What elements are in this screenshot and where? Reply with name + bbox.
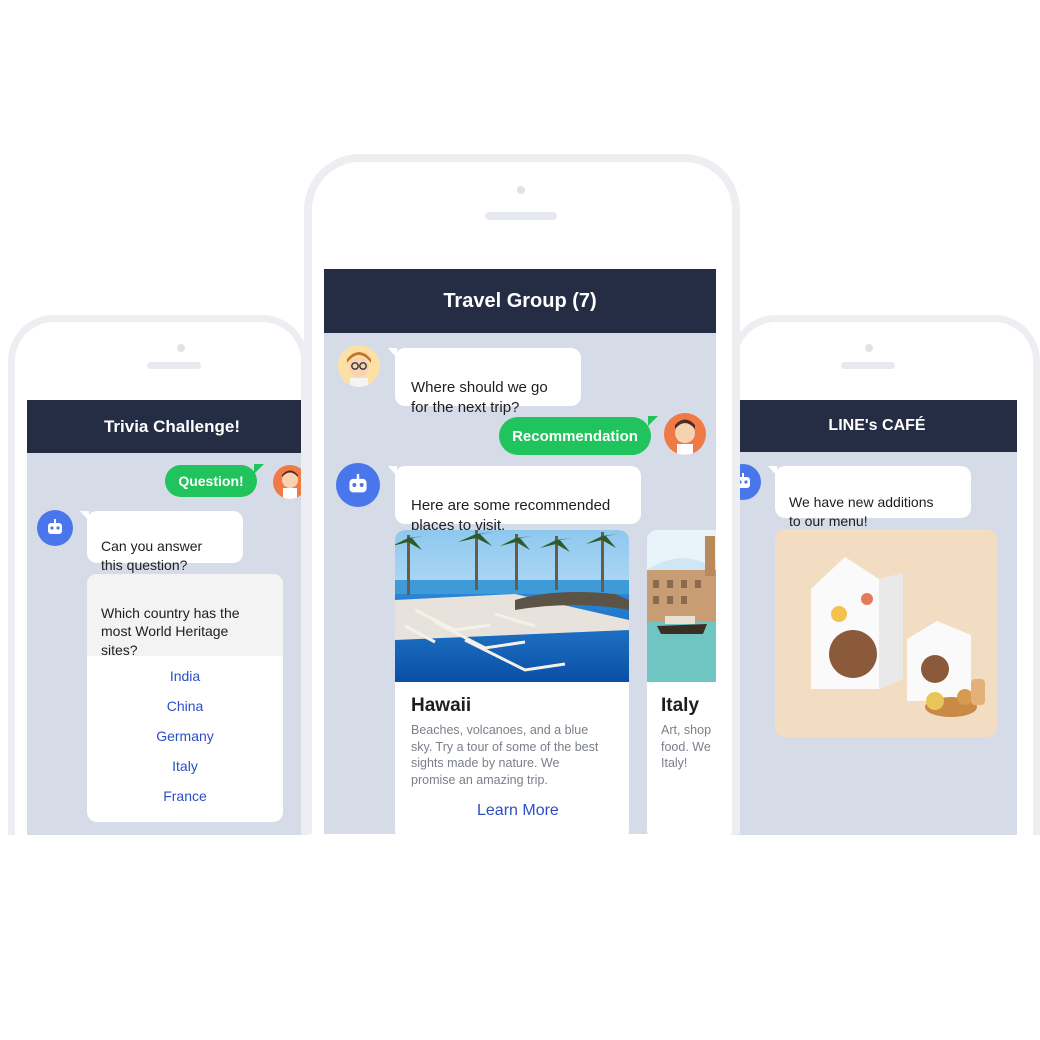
- right-chat-screen: LINE's CAFÉ We have new additions to our…: [737, 400, 1017, 835]
- italy-venice-photo: [647, 530, 716, 682]
- person-icon: [282, 470, 298, 499]
- italy-card-description: Art, shop food. We Italy!: [661, 723, 712, 771]
- chat-header: LINE's CAFÉ: [737, 400, 1017, 452]
- quiz-option-germany[interactable]: Germany: [87, 728, 283, 758]
- robot-icon: [737, 473, 750, 488]
- quiz-card: Which country has the most World Heritag…: [87, 574, 283, 822]
- user-avatar[interactable]: [664, 413, 706, 455]
- phone-speaker: [485, 212, 557, 220]
- phone-camera: [865, 344, 873, 352]
- bot-message-bubble: We have new additions to our menu!: [768, 466, 971, 529]
- bot-message-text: We have new additions to our menu!: [789, 494, 934, 529]
- quiz-option-india[interactable]: India: [87, 668, 283, 698]
- chat-title: Travel Group (7): [443, 289, 597, 312]
- cafe-product-image[interactable]: [775, 529, 997, 737]
- phone-camera: [177, 344, 185, 352]
- quiz-question-area: Which country has the most World Heritag…: [87, 574, 283, 658]
- friend-message-text: Where should we go for the next trip?: [411, 378, 548, 416]
- learn-more-link[interactable]: Learn More: [477, 802, 559, 820]
- user-message-text: Recommendation: [512, 427, 638, 445]
- center-phone: Travel Group (7) Where should we go for …: [304, 154, 740, 834]
- hawaii-card-description: Beaches, volcanoes, and a blue sky. Try …: [411, 723, 599, 787]
- right-phone: LINE's CAFÉ We have new additions to our…: [730, 315, 1040, 835]
- center-chat-screen: Travel Group (7) Where should we go for …: [324, 269, 716, 834]
- quiz-question: Which country has the most World Heritag…: [101, 605, 240, 658]
- hawaii-card-title: Hawaii: [411, 695, 472, 716]
- bot-avatar[interactable]: [737, 464, 761, 500]
- bot-message-bubble: Here are some recommended places to visi…: [388, 466, 641, 534]
- user-avatar[interactable]: [273, 465, 301, 499]
- italy-card-title: Italy: [661, 695, 700, 716]
- bot-avatar[interactable]: [37, 510, 73, 546]
- product-box-illustration: [775, 529, 997, 737]
- glasses-person-icon: [338, 345, 380, 387]
- robot-icon: [48, 519, 62, 534]
- user-message-bubble: Question!: [165, 464, 264, 497]
- quiz-option-france[interactable]: France: [87, 788, 283, 818]
- bot-message-text: Here are some recommended places to visi…: [411, 496, 611, 534]
- person-icon: [675, 419, 695, 455]
- left-chat-screen: Trivia Challenge! Question! Can you answ…: [27, 400, 301, 835]
- friend-avatar[interactable]: [338, 345, 380, 387]
- bot-message-bubble: Can you answer this question?: [80, 511, 243, 573]
- phone-camera: [517, 186, 525, 194]
- chat-header: Trivia Challenge!: [27, 400, 301, 453]
- phone-speaker: [841, 362, 895, 369]
- hawaii-pool-photo: [395, 530, 629, 682]
- bot-avatar[interactable]: [336, 463, 380, 507]
- friend-message-bubble: Where should we go for the next trip?: [388, 348, 581, 416]
- quiz-option-china[interactable]: China: [87, 698, 283, 728]
- user-message-bubble: Recommendation: [499, 416, 658, 455]
- italy-card[interactable]: Italy Art, shop food. We Italy!: [647, 530, 716, 834]
- user-message-text: Question!: [178, 473, 244, 489]
- robot-icon: [349, 474, 367, 493]
- chat-header: Travel Group (7): [324, 269, 716, 333]
- chat-title: LINE's CAFÉ: [828, 417, 926, 434]
- left-phone: Trivia Challenge! Question! Can you answ…: [8, 315, 308, 835]
- bot-message-text: Can you answer this question?: [101, 538, 203, 573]
- hawaii-card[interactable]: Hawaii Beaches, volcanoes, and a blue sk…: [395, 530, 629, 834]
- phone-speaker: [147, 362, 201, 369]
- quiz-option-italy[interactable]: Italy: [87, 758, 283, 788]
- quiz-options: India China Germany Italy France: [87, 656, 283, 818]
- chat-title: Trivia Challenge!: [103, 416, 241, 436]
